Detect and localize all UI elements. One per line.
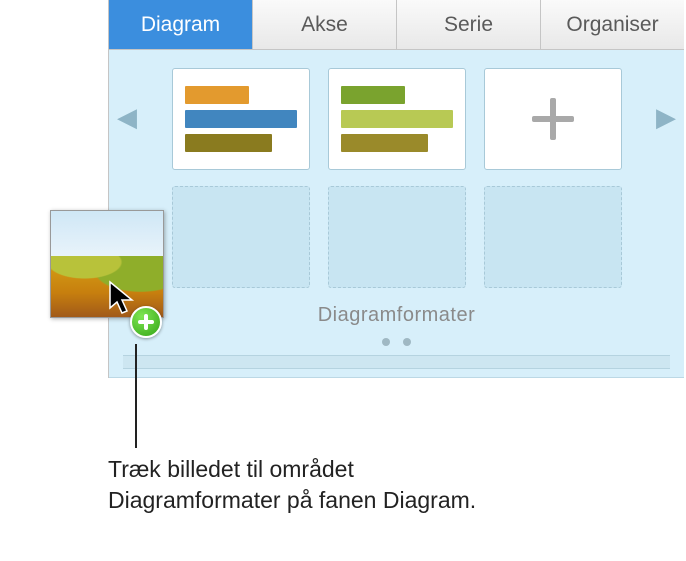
styles-row-1: [159, 68, 634, 170]
page-dot[interactable]: [403, 338, 411, 346]
page-dots: [123, 333, 670, 351]
section-title: Diagramformater: [123, 304, 670, 327]
chart-styles-panel: ◀ ▶ Diagramformater: [109, 50, 684, 378]
chart-style-swatch-1[interactable]: [172, 68, 310, 170]
chart-style-swatch-2[interactable]: [328, 68, 466, 170]
add-badge-icon: [130, 306, 162, 338]
styles-next-arrow-icon[interactable]: ▶: [656, 102, 676, 133]
chart-style-empty-slot[interactable]: [172, 186, 310, 288]
caption-text: Træk billedet til området Diagramformate…: [108, 454, 476, 516]
add-chart-style-button[interactable]: [484, 68, 622, 170]
caption-line-2: Diagramformater på fanen Diagram.: [108, 487, 476, 513]
tab-diagram[interactable]: Diagram: [109, 0, 253, 49]
swatch-bar: [341, 86, 406, 104]
dragged-image-thumbnail[interactable]: [50, 210, 164, 318]
chart-style-empty-slot[interactable]: [328, 186, 466, 288]
caption-line-1: Træk billedet til området: [108, 456, 354, 482]
page-dot[interactable]: [382, 338, 390, 346]
swatch-bar: [185, 86, 250, 104]
plus-icon: [532, 98, 574, 140]
tab-organiser[interactable]: Organiser: [541, 0, 684, 49]
tab-serie[interactable]: Serie: [397, 0, 541, 49]
swatch-bar: [341, 110, 453, 128]
styles-row-2: [159, 186, 634, 288]
cursor-icon: [108, 280, 136, 316]
swatch-bar: [185, 134, 272, 152]
swatch-bar: [341, 134, 428, 152]
callout-line: [135, 344, 137, 448]
disclosure-bar[interactable]: [123, 355, 670, 369]
thumbnail-sky: [51, 211, 163, 256]
swatch-bar: [185, 110, 297, 128]
styles-prev-arrow-icon[interactable]: ◀: [117, 102, 137, 133]
tab-bar: Diagram Akse Serie Organiser: [109, 0, 684, 50]
chart-style-empty-slot[interactable]: [484, 186, 622, 288]
inspector-panel: Diagram Akse Serie Organiser ◀ ▶: [108, 0, 684, 378]
tab-akse[interactable]: Akse: [253, 0, 397, 49]
